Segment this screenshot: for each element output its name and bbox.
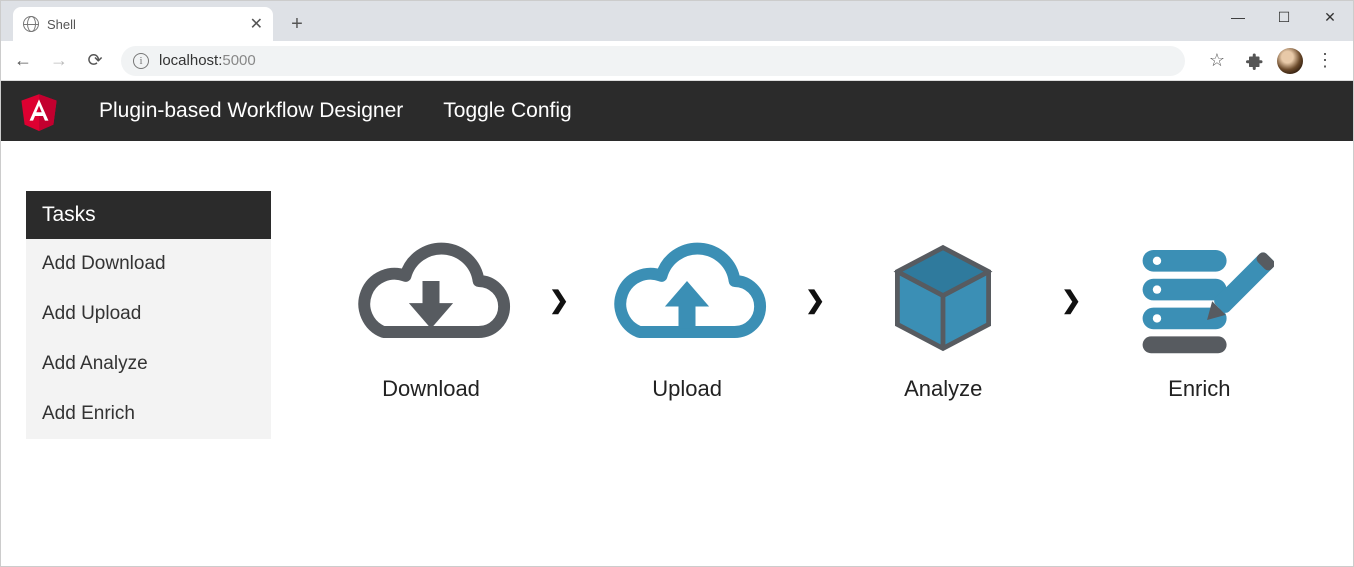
step-upload: Upload [587, 238, 787, 402]
window-controls: ― ☐ ✕ [1215, 1, 1353, 41]
sidebar-item-enrich[interactable]: Add Enrich [26, 389, 271, 439]
database-edit-icon [1114, 238, 1284, 358]
menu-icon[interactable]: ⋮ [1309, 45, 1341, 77]
step-label: Download [382, 376, 480, 402]
back-button[interactable]: ← [7, 45, 39, 77]
step-download: Download [331, 238, 531, 402]
step-analyze: Analyze [843, 238, 1043, 402]
content: Tasks Add Download Add Upload Add Analyz… [1, 141, 1353, 459]
sidebar-item-download[interactable]: Add Download [26, 239, 271, 289]
globe-icon [23, 16, 39, 32]
cloud-download-icon [346, 238, 516, 358]
step-enrich: Enrich [1099, 238, 1299, 402]
address-bar[interactable]: i localhost:5000 [121, 46, 1185, 76]
toggle-config-link[interactable]: Toggle Config [443, 99, 571, 123]
cloud-upload-icon [602, 238, 772, 358]
sidebar: Tasks Add Download Add Upload Add Analyz… [26, 191, 271, 439]
new-tab-button[interactable]: + [283, 10, 311, 38]
reload-button[interactable]: ⟳ [79, 45, 111, 77]
browser-tab-strip: Shell ✕ + ― ☐ ✕ [1, 1, 1353, 41]
bookmark-icon[interactable]: ☆ [1201, 45, 1233, 77]
extensions-icon[interactable] [1239, 45, 1271, 77]
url-host: localhost: [159, 52, 222, 69]
url-text: localhost:5000 [159, 52, 256, 69]
maximize-button[interactable]: ☐ [1261, 1, 1307, 33]
browser-toolbar: ← → ⟳ i localhost:5000 ☆ ⋮ [1, 41, 1353, 81]
minimize-button[interactable]: ― [1215, 1, 1261, 33]
sidebar-header: Tasks [26, 191, 271, 239]
workflow: Download ❯ Upload ❯ [331, 191, 1328, 439]
app-title[interactable]: Plugin-based Workflow Designer [99, 99, 403, 123]
browser-tab[interactable]: Shell ✕ [13, 7, 273, 41]
forward-button[interactable]: → [43, 45, 75, 77]
profile-avatar[interactable] [1277, 48, 1303, 74]
step-label: Enrich [1168, 376, 1230, 402]
step-label: Analyze [904, 376, 982, 402]
sidebar-item-analyze[interactable]: Add Analyze [26, 339, 271, 389]
step-label: Upload [652, 376, 722, 402]
tab-close-icon[interactable]: ✕ [250, 14, 263, 34]
tab-title: Shell [47, 17, 242, 32]
app-navbar: Plugin-based Workflow Designer Toggle Co… [1, 81, 1353, 141]
chevron-right-icon: ❯ [1061, 286, 1081, 315]
url-port: 5000 [222, 52, 255, 69]
toolbar-right: ☆ ⋮ [1195, 45, 1347, 77]
chevron-right-icon: ❯ [549, 286, 569, 315]
chevron-right-icon: ❯ [805, 286, 825, 315]
sidebar-item-upload[interactable]: Add Upload [26, 289, 271, 339]
close-window-button[interactable]: ✕ [1307, 1, 1353, 33]
cube-icon [858, 238, 1028, 358]
info-icon: i [133, 53, 149, 69]
angular-logo-icon [19, 89, 59, 133]
